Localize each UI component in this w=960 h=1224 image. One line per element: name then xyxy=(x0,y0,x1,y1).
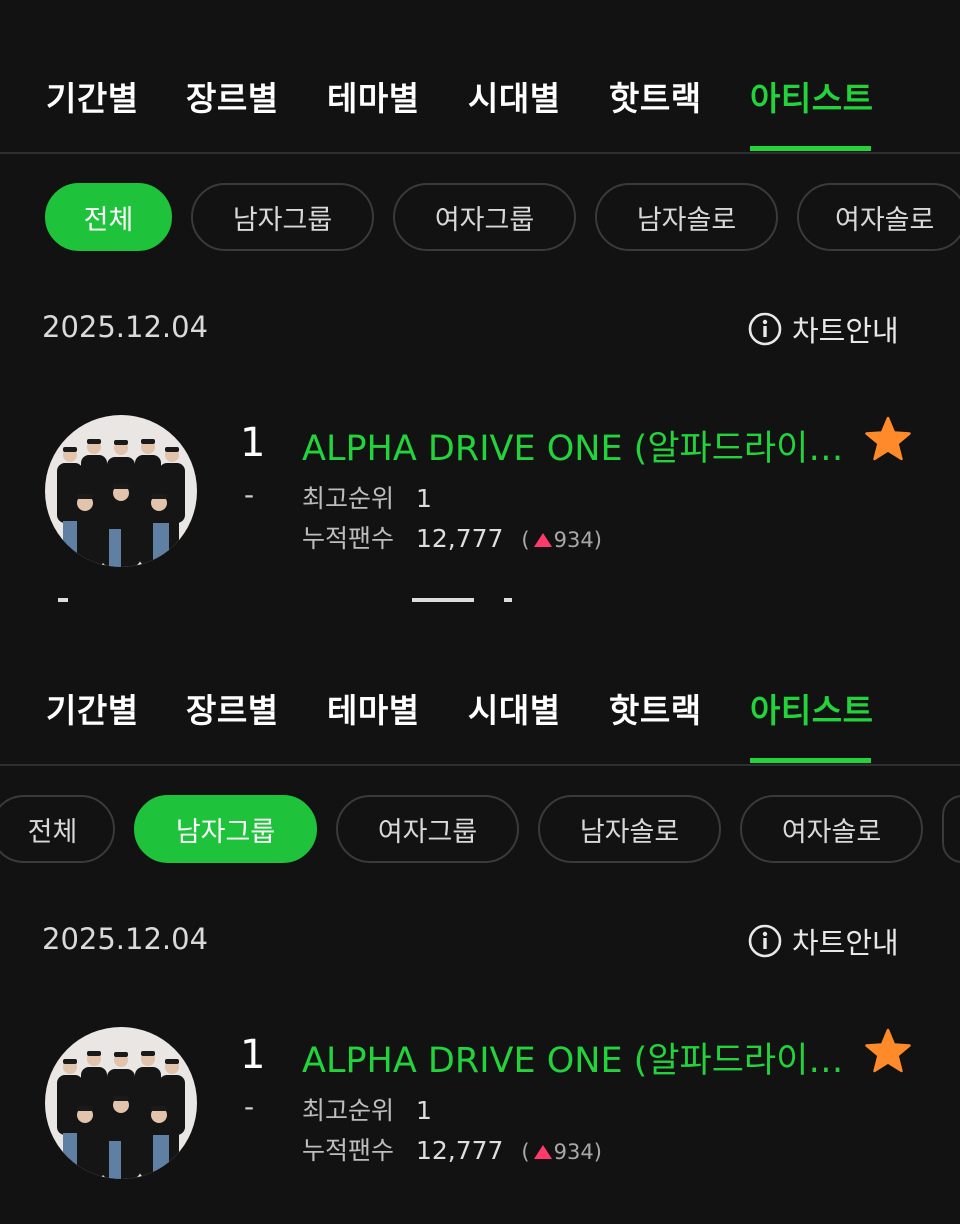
chart-info-label: 차트안내 xyxy=(792,314,899,348)
tab-hot-track[interactable]: 핫트랙 xyxy=(609,72,702,120)
filter-chip-male-solo[interactable]: 남자솔로 xyxy=(595,183,778,251)
filter-chip-all[interactable]: 전체 xyxy=(0,795,115,863)
group-photo-image xyxy=(45,415,197,567)
active-tab-indicator xyxy=(750,758,871,763)
tab-era[interactable]: 시대별 xyxy=(468,684,561,732)
rank-change: - xyxy=(244,1090,255,1123)
tab-theme[interactable]: 테마별 xyxy=(327,684,420,732)
info-icon xyxy=(748,312,782,346)
group-photo-image xyxy=(45,1027,197,1179)
up-triangle-icon xyxy=(533,1145,552,1159)
info-icon xyxy=(748,924,782,958)
tab-era[interactable]: 시대별 xyxy=(468,72,561,120)
tab-period[interactable]: 기간별 xyxy=(46,684,139,732)
artist-name-link[interactable]: ALPHA DRIVE ONE (알파드라이… xyxy=(302,420,847,471)
best-rank-value: 1 xyxy=(415,484,432,513)
fans-row: 누적팬수 12,777 (934) xyxy=(302,519,602,555)
tab-theme[interactable]: 테마별 xyxy=(327,72,420,120)
best-rank-label: 최고순위 xyxy=(302,484,395,513)
artist-avatar[interactable] xyxy=(45,415,197,567)
fans-label: 누적팬수 xyxy=(302,1136,395,1165)
rank-number: 1 xyxy=(240,1032,266,1078)
artist-avatar[interactable] xyxy=(45,1027,197,1179)
filter-chip-next-partial[interactable] xyxy=(942,795,960,863)
chart-info-label: 차트안내 xyxy=(792,926,899,960)
chart-info-button[interactable]: 차트안내 xyxy=(748,308,899,350)
filter-chip-female-group[interactable]: 여자그룹 xyxy=(393,183,576,251)
filter-chip-female-group[interactable]: 여자그룹 xyxy=(336,795,519,863)
chart-screen-male-group: 기간별 장르별 테마별 시대별 핫트랙 아티스트 전체 남자그룹 여자그룹 남자… xyxy=(0,612,960,1224)
cutoff-row-fragment xyxy=(58,598,68,602)
filter-chip-female-solo[interactable]: 여자솔로 xyxy=(740,795,923,863)
cutoff-row-fragment xyxy=(412,598,474,602)
star-icon[interactable] xyxy=(864,416,912,462)
fans-delta-value: 934 xyxy=(553,1140,594,1164)
filter-chip-male-group[interactable]: 남자그룹 xyxy=(191,183,374,251)
fans-delta-value: 934 xyxy=(553,528,594,552)
artist-name-link[interactable]: ALPHA DRIVE ONE (알파드라이… xyxy=(302,1032,847,1083)
rank-change: - xyxy=(244,478,255,511)
filter-chip-all[interactable]: 전체 xyxy=(45,183,172,251)
chart-date: 2025.12.04 xyxy=(42,310,209,344)
fans-label: 누적팬수 xyxy=(302,524,395,553)
tab-artist[interactable]: 아티스트 xyxy=(750,72,873,120)
rank-number: 1 xyxy=(240,420,266,466)
chart-date: 2025.12.04 xyxy=(42,922,209,956)
best-rank-label: 최고순위 xyxy=(302,1096,395,1125)
star-icon[interactable] xyxy=(864,1028,912,1074)
tab-genre[interactable]: 장르별 xyxy=(186,684,279,732)
tab-period[interactable]: 기간별 xyxy=(46,72,139,120)
delta-open-paren: ( xyxy=(521,1140,530,1164)
cutoff-row-fragment xyxy=(504,598,512,602)
fans-count: 12,777 xyxy=(415,524,504,553)
filter-chip-female-solo[interactable]: 여자솔로 xyxy=(797,183,960,251)
tab-genre[interactable]: 장르별 xyxy=(186,72,279,120)
best-rank-row: 최고순위 1 xyxy=(302,479,432,515)
delta-close-paren: ) xyxy=(593,528,602,552)
fans-row: 누적팬수 12,777 (934) xyxy=(302,1131,602,1167)
category-tabs: 기간별 장르별 테마별 시대별 핫트랙 아티스트 xyxy=(0,0,960,154)
fans-delta: (934) xyxy=(521,528,602,552)
delta-open-paren: ( xyxy=(521,528,530,552)
filter-chip-male-group[interactable]: 남자그룹 xyxy=(134,795,317,863)
fans-count: 12,777 xyxy=(415,1136,504,1165)
delta-close-paren: ) xyxy=(593,1140,602,1164)
active-tab-indicator xyxy=(750,146,871,151)
best-rank-value: 1 xyxy=(415,1096,432,1125)
category-tabs: 기간별 장르별 테마별 시대별 핫트랙 아티스트 xyxy=(0,612,960,766)
chart-screen-all: 기간별 장르별 테마별 시대별 핫트랙 아티스트 전체 남자그룹 여자그룹 남자… xyxy=(0,0,960,612)
tab-artist[interactable]: 아티스트 xyxy=(750,684,873,732)
up-triangle-icon xyxy=(533,533,552,547)
fans-delta: (934) xyxy=(521,1140,602,1164)
filter-chip-male-solo[interactable]: 남자솔로 xyxy=(538,795,721,863)
tab-hot-track[interactable]: 핫트랙 xyxy=(609,684,702,732)
chart-info-button[interactable]: 차트안내 xyxy=(748,920,899,962)
best-rank-row: 최고순위 1 xyxy=(302,1091,432,1127)
